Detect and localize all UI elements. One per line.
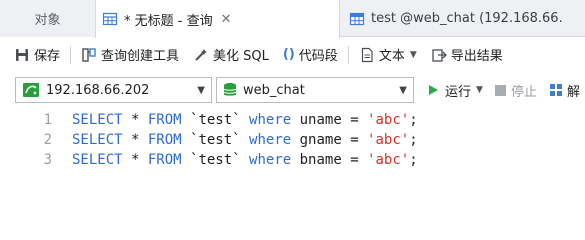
tab-query-untitled[interactable]: * 无标题 - 查询 ✕ <box>95 0 340 38</box>
connection-select[interactable]: 192.168.66.202 ▼ <box>15 77 212 103</box>
query-table-icon <box>102 12 118 26</box>
query-toolbar: 保存 查询创建工具 美化 SQL () 代码段 文本 ▼ 导出结果 <box>0 38 585 71</box>
string-literal: 'abc' <box>367 152 410 168</box>
parentheses-icon: () <box>282 47 295 62</box>
connection-value: 192.168.66.202 <box>46 82 150 98</box>
save-label: 保存 <box>34 49 61 64</box>
snippet-label: 代码段 <box>298 49 338 64</box>
code-line: 1 SELECT * FROM `test` where uname = 'ab… <box>0 110 418 130</box>
stop-icon <box>494 84 506 96</box>
code-fragment: * <box>122 152 148 168</box>
table-name: `test` <box>181 112 250 128</box>
save-icon <box>16 48 28 61</box>
table-icon <box>349 12 365 25</box>
keyword: where <box>249 132 292 148</box>
keyword: SELECT <box>72 112 123 128</box>
mysql-connection-icon <box>23 83 39 97</box>
tab-test-label: test @web_chat (192.168.66. <box>371 11 563 26</box>
text-mode-dropdown[interactable]: 文本 ▼ <box>359 45 417 64</box>
tab-query-label: * 无标题 - 查询 <box>124 13 213 29</box>
code-text: SELECT * FROM `test` where gname = 'abc'… <box>72 132 418 148</box>
toolbar-divider <box>347 45 349 64</box>
beautify-sql-button[interactable]: 美化 SQL <box>193 45 269 64</box>
tab-objects[interactable]: 对象 <box>0 0 95 37</box>
string-literal: 'abc' <box>367 132 410 148</box>
column-condition: bname = <box>291 152 368 168</box>
keyword: FROM <box>147 112 182 128</box>
stop-label: 停止 <box>510 84 537 100</box>
keyword: SELECT <box>72 132 123 148</box>
code-fragment: * <box>122 112 148 128</box>
code-fragment: * <box>122 132 148 148</box>
database-value: web_chat <box>243 82 305 98</box>
code-text: SELECT * FROM `test` where uname = 'abc'… <box>72 112 418 128</box>
play-icon <box>429 85 438 95</box>
statement-end: ; <box>409 112 418 128</box>
connection-row: 192.168.66.202 ▼ web_chat ▼ 运行 ▼ 停止 解 <box>0 74 585 106</box>
table-name: `test` <box>181 152 250 168</box>
code-line: 3 SELECT * FROM `test` where bname = 'ab… <box>0 150 418 170</box>
chevron-down-icon: ▼ <box>197 85 205 96</box>
document-icon <box>361 47 373 62</box>
code-snippet-button[interactable]: () 代码段 <box>283 45 338 64</box>
export-label: 导出结果 <box>450 49 503 64</box>
string-literal: 'abc' <box>367 112 410 128</box>
save-button[interactable]: 保存 <box>14 45 60 64</box>
column-condition: gname = <box>291 132 368 148</box>
explain-icon <box>549 84 562 96</box>
export-icon <box>432 48 447 62</box>
line-number: 1 <box>43 112 52 128</box>
caret-down-icon: ▼ <box>409 49 417 60</box>
text-label: 文本 <box>378 49 405 64</box>
keyword: where <box>249 152 292 168</box>
tab-objects-label: 对象 <box>34 13 61 28</box>
beautify-label: 美化 SQL <box>213 49 269 64</box>
keyword: FROM <box>147 132 182 148</box>
query-builder-icon <box>82 47 96 62</box>
tab-table-test[interactable]: test @web_chat (192.168.66. <box>341 0 585 37</box>
column-condition: uname = <box>291 112 368 128</box>
table-name: `test` <box>181 132 250 148</box>
database-icon <box>223 83 237 96</box>
explain-button[interactable]: 解 <box>549 81 580 100</box>
explain-label: 解 <box>566 84 580 100</box>
run-label: 运行 <box>445 84 472 100</box>
close-icon[interactable]: ✕ <box>221 12 232 27</box>
keyword: FROM <box>147 152 182 168</box>
query-builder-button[interactable]: 查询创建工具 <box>81 45 179 64</box>
keyword: where <box>249 112 292 128</box>
toolbar-divider <box>70 45 72 64</box>
run-button[interactable]: 运行 ▼ <box>426 81 483 100</box>
statement-end: ; <box>409 152 418 168</box>
caret-down-icon[interactable]: ▼ <box>476 85 483 95</box>
statement-end: ; <box>409 132 418 148</box>
beautify-icon <box>195 48 208 61</box>
database-select[interactable]: web_chat ▼ <box>216 77 414 103</box>
chevron-down-icon: ▼ <box>399 85 407 96</box>
keyword: SELECT <box>72 152 123 168</box>
tab-bar: 对象 * 无标题 - 查询 ✕ test @web_chat (192.168.… <box>0 0 585 38</box>
sql-editor[interactable]: 1 SELECT * FROM `test` where uname = 'ab… <box>0 108 585 220</box>
line-number: 2 <box>43 132 52 148</box>
code-text: SELECT * FROM `test` where bname = 'abc'… <box>72 152 418 168</box>
query-builder-label: 查询创建工具 <box>101 49 180 64</box>
stop-button[interactable]: 停止 <box>494 81 537 100</box>
line-number: 3 <box>43 152 52 168</box>
export-results-button[interactable]: 导出结果 <box>431 45 503 64</box>
code-line: 2 SELECT * FROM `test` where gname = 'ab… <box>0 130 418 150</box>
